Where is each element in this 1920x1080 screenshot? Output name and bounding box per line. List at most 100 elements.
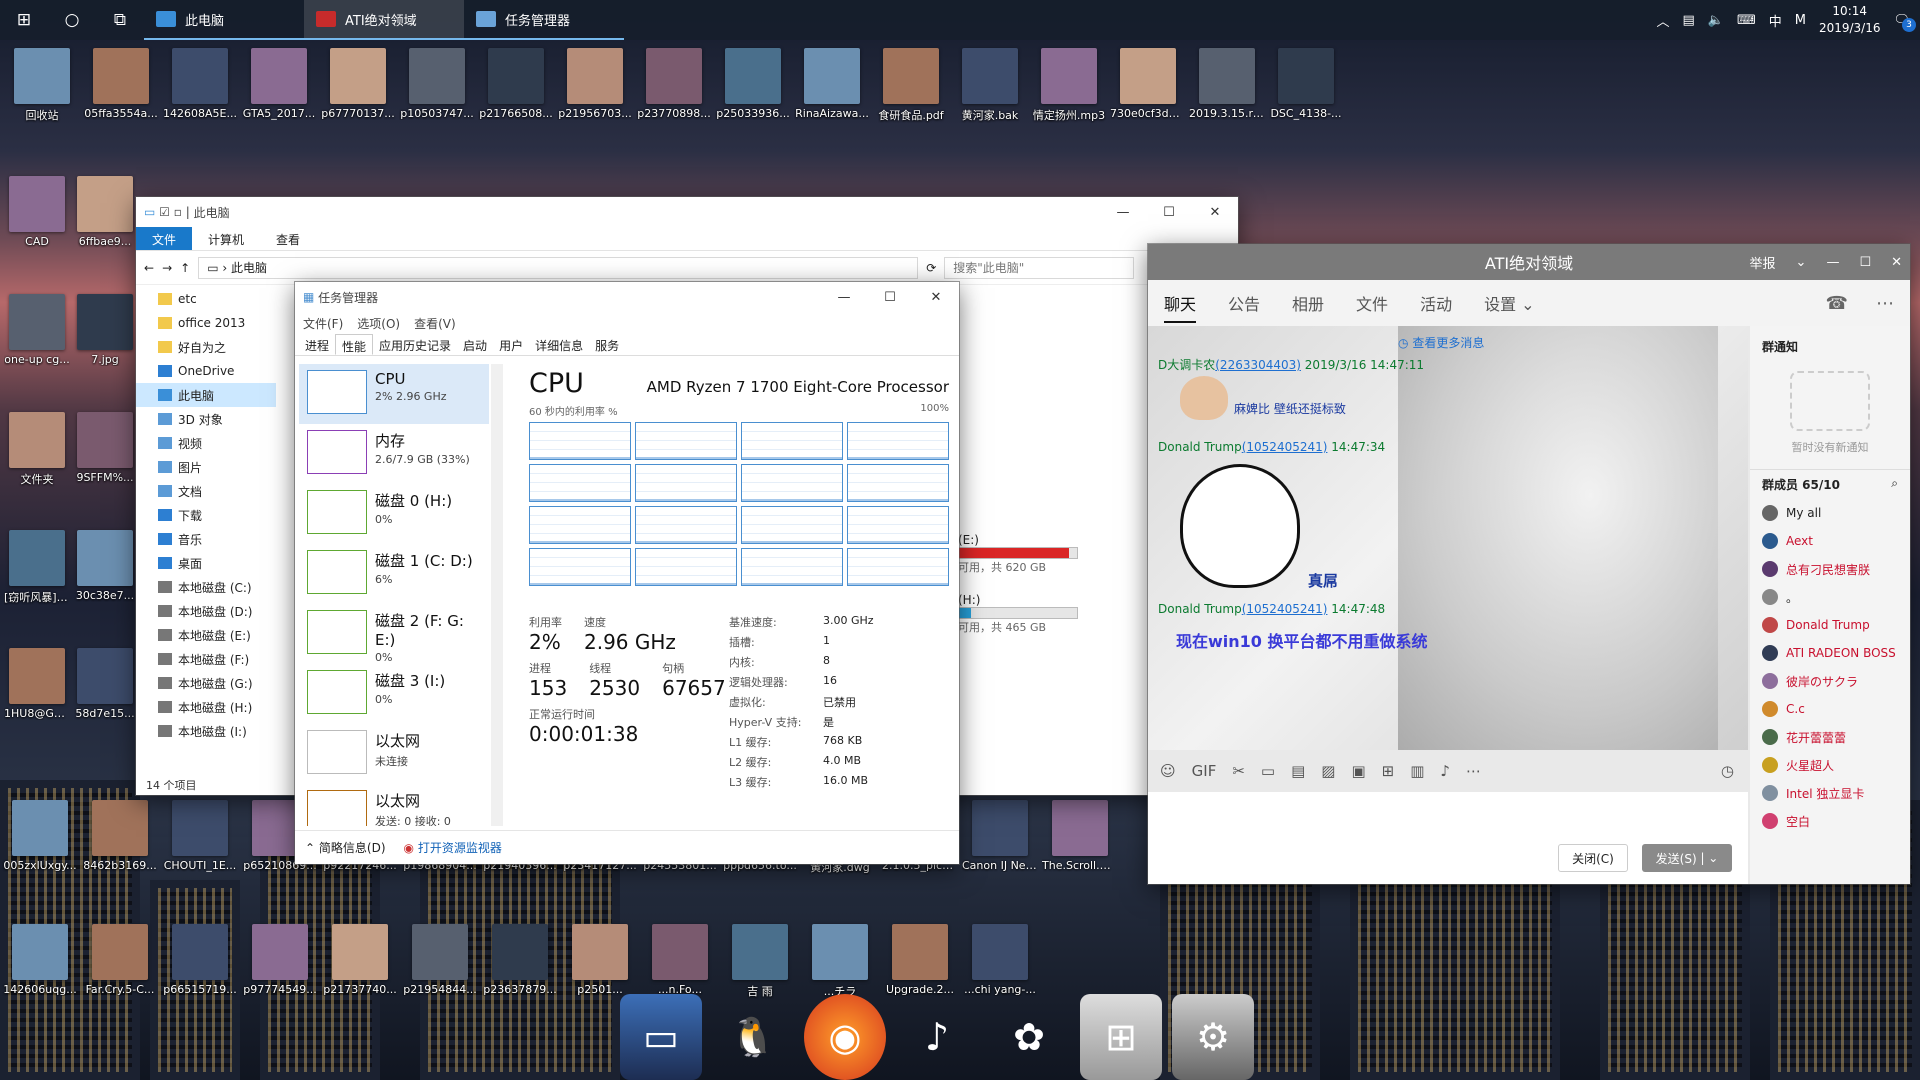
desktop-icon[interactable]: CAD [4,176,70,248]
desktop-icon[interactable]: 9SFFM%... [72,412,138,484]
close-chat-button[interactable]: 关闭(C) [1558,844,1628,872]
view-more-messages-link[interactable]: ◷ 查看更多消息 [1398,334,1484,351]
tab-2[interactable]: 应用历史记录 [373,334,457,355]
qq-tab[interactable]: 聊天 [1164,291,1197,323]
taskbar-explorer[interactable]: 此电脑 [144,0,304,40]
member-row[interactable]: 火星超人 [1750,751,1910,779]
quick-folder-icon[interactable]: ▫ [174,205,182,219]
desktop-icon[interactable]: 情定扬州.mp3 [1031,48,1107,123]
message-sender[interactable]: D大调卡农 [1158,358,1215,372]
desktop-icon[interactable]: The.Scroll.O... [1042,800,1118,872]
ribbon-tab-view[interactable]: 查看 [260,227,316,250]
desktop-icon[interactable]: 1HU8@G2X... [4,648,70,720]
desktop-icon[interactable]: 食研食品.pdf [873,48,949,123]
nav-item[interactable]: OneDrive [136,359,276,383]
desktop-icon[interactable]: p21766508... [478,48,554,120]
member-row[interactable]: Intel 独立显卡 [1750,779,1910,807]
desktop-icon[interactable]: 回收站 [4,48,80,123]
message-sender-id[interactable]: (1052405241) [1242,440,1328,454]
image-icon[interactable]: ▨ [1321,762,1335,780]
desktop-icon[interactable]: 30c38e7... [72,530,138,602]
desktop-icon[interactable]: p25033936... [715,48,791,120]
message-sender-id[interactable]: (2263304403) [1215,358,1301,372]
ime-mode-icon[interactable]: M [1795,13,1806,28]
drive-e[interactable]: (E:) 可用，共 620 GB [958,533,1078,575]
chevron-down-icon[interactable]: ⌄ [1796,255,1807,270]
close-button[interactable]: ✕ [913,282,959,312]
volume-icon[interactable]: 🔈 [1708,13,1724,28]
member-row[interactable]: C.c [1750,695,1910,723]
desktop-icon[interactable]: [窃听风暴]The.Lives.of... [4,530,70,605]
nav-item[interactable]: 文档 [136,479,276,503]
perf-item[interactable]: 内存 2.6/7.9 GB (33%) [299,424,489,484]
desktop-icon[interactable]: p67770137... [320,48,396,120]
qq-tab[interactable]: 文件 [1356,291,1388,315]
member-row[interactable]: ATI RADEON BOSS [1750,639,1910,667]
app-grid-dock-icon[interactable]: ⊞ [1080,994,1162,1080]
nav-item[interactable]: 本地磁盘 (I:) [136,719,276,743]
perf-item[interactable]: 以太网 未连接 [299,724,489,784]
desktop-icon[interactable]: Canon IJ Netwo... [962,800,1038,872]
message-sender[interactable]: Donald Trump [1158,602,1242,616]
perf-item[interactable]: 磁盘 2 (F: G: E:) 0% [299,604,489,664]
desktop-icon[interactable]: 05ffa3554a... [83,48,159,120]
firefox-dock-icon[interactable]: ◉ [804,994,886,1080]
perf-item[interactable]: 磁盘 3 (I:) 0% [299,664,489,724]
close-button[interactable]: ✕ [1891,255,1902,270]
desktop-icon[interactable]: 005zxlUxgy... [2,800,78,872]
sticker-thumb[interactable] [1180,376,1228,420]
member-row[interactable]: 空白 [1750,807,1910,835]
maximize-button[interactable]: ☐ [1859,255,1871,270]
tab-1[interactable]: 性能 [335,334,374,355]
member-row[interactable]: 花开蕾蕾蕾 [1750,723,1910,751]
clock[interactable]: 10:14 2019/3/16 [1819,3,1881,37]
settings-dock-icon[interactable]: ⚙ [1172,994,1254,1080]
tray-expand-icon[interactable]: ︿ [1656,11,1669,30]
nav-item[interactable]: 本地磁盘 (E:) [136,623,276,647]
minimize-button[interactable]: — [821,282,867,312]
menu-file[interactable]: 文件(F) [303,315,343,332]
desktop-icon[interactable]: p21737740... [322,924,398,996]
nav-item[interactable]: 桌面 [136,551,276,575]
gif-icon[interactable]: GIF [1192,762,1217,780]
desktop-icon[interactable]: Far.Cry.5-C... [82,924,158,996]
drive-h[interactable]: (H:) 可用，共 465 GB [958,593,1078,635]
member-row[interactable]: My all [1750,499,1910,527]
qq-tab[interactable]: 设置 ⌄ [1484,291,1535,315]
tab-0[interactable]: 进程 [299,334,335,355]
nav-item[interactable]: 本地磁盘 (G:) [136,671,276,695]
explorer-search-input[interactable]: 搜索"此电脑" [944,256,1135,279]
rabbit-sticker[interactable] [1180,464,1300,588]
desktop-icon[interactable]: 文件夹 [4,412,70,487]
qq-tab[interactable]: 公告 [1228,291,1260,315]
perf-item[interactable]: 磁盘 0 (H:) 0% [299,484,489,544]
taskbar-qq-group[interactable]: ATI绝对领域 [304,0,464,40]
maximize-button[interactable]: ☐ [867,282,913,312]
more-icon[interactable]: ⋯ [1466,762,1481,780]
desktop-icon[interactable]: one-up cg... [4,294,70,366]
desktop-icon[interactable]: p21954844... [402,924,478,996]
ribbon-tab-computer[interactable]: 计算机 [192,227,260,250]
open-resource-monitor-link[interactable]: ◉ 打开资源监视器 [404,839,502,856]
desktop-icon[interactable]: p21956703... [557,48,633,120]
desktop-icon[interactable]: CHOUTI_1E... [162,800,238,872]
minimize-button[interactable]: — [1100,197,1146,227]
history-icon[interactable]: ◷ [1721,762,1734,780]
qq-tab[interactable]: 活动 [1420,291,1452,315]
desktop-icon[interactable]: 黄河家.bak [952,48,1028,123]
more-options-icon[interactable]: ⋯ [1876,293,1894,314]
desktop-icon[interactable]: p66515719... [162,924,238,996]
member-row[interactable]: Donald Trump [1750,611,1910,639]
gift-icon[interactable]: ▣ [1351,762,1365,780]
tab-3[interactable]: 启动 [457,334,493,355]
scissors-icon[interactable]: ✂ [1232,762,1245,780]
desktop-icon[interactable]: 730e0cf3d7... [1110,48,1186,120]
message-sender-id[interactable]: (1052405241) [1242,602,1328,616]
desktop-icon[interactable]: 8462b3169... [82,800,158,872]
nav-item[interactable]: 本地磁盘 (F:) [136,647,276,671]
bell-icon[interactable]: ♪ [1440,762,1450,780]
back-icon[interactable]: ← [144,261,154,275]
fewer-details-button[interactable]: ⌃ 简略信息(D) [305,839,386,856]
task-view-icon[interactable]: ⧉ [96,0,144,40]
menu-view[interactable]: 查看(V) [414,315,456,332]
